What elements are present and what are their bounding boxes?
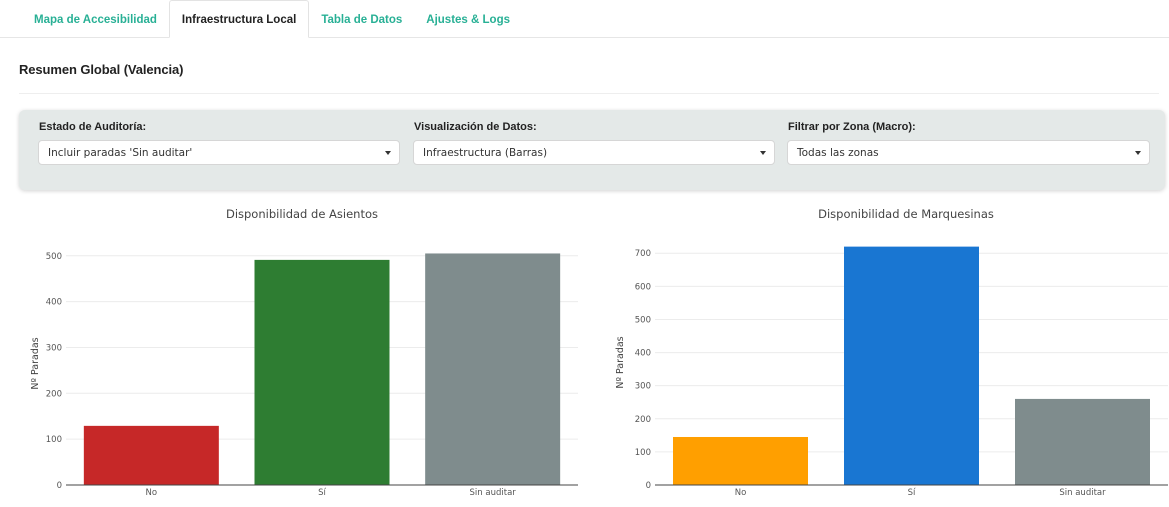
divider (19, 93, 1159, 94)
bar-sin-auditar (1015, 398, 1150, 485)
y-tick-label: 300 (46, 343, 62, 353)
zone-dropdown[interactable]: Todas las zonas (787, 140, 1150, 165)
y-tick-label: 600 (635, 282, 651, 292)
chart-marquesinas-svg: Disponibilidad de Marquesinas 0 100 200 300 4… (615, 207, 1168, 498)
tab-ajustes-logs[interactable]: Ajustes & Logs (414, 0, 522, 37)
x-tick-label: Sí (908, 488, 916, 498)
chevron-down-icon (385, 150, 391, 155)
x-tick-label: No (735, 488, 747, 498)
filter-data-view: Visualización de Datos: Infraestructura … (413, 121, 775, 165)
x-tick-label: Sin auditar (1059, 488, 1106, 498)
chart-title: Disponibilidad de Asientos (226, 207, 378, 221)
y-tick-label: 700 (635, 249, 651, 259)
summary-title: Resumen Global (Valencia) (19, 62, 184, 77)
y-tick-label: 400 (635, 349, 651, 359)
y-tick-label: 100 (46, 435, 62, 445)
y-tick-label: 500 (635, 315, 651, 325)
audit-status-dropdown[interactable]: Incluir paradas 'Sin auditar' (38, 140, 400, 165)
y-tick-label: 200 (46, 389, 62, 399)
chart-marquesinas: Disponibilidad de Marquesinas 0 100 200 300 4… (585, 200, 1169, 505)
chevron-down-icon (1135, 150, 1141, 155)
chevron-down-icon (760, 150, 766, 155)
bar-sí (254, 259, 390, 485)
filter-audit-status-label: Estado de Auditoría: (39, 121, 147, 133)
data-view-value: Infraestructura (Barras) (423, 146, 548, 159)
data-view-dropdown[interactable]: Infraestructura (Barras) (413, 140, 775, 165)
chart-title: Disponibilidad de Marquesinas (818, 207, 994, 221)
bar-sí (844, 246, 979, 485)
y-tick-label: 300 (635, 382, 651, 392)
filter-zone: Filtrar por Zona (Macro): Todas las zona… (787, 121, 1150, 165)
x-tick-label: No (146, 488, 158, 498)
y-tick-label: 0 (646, 481, 651, 491)
y-tick-label: 200 (635, 415, 651, 425)
y-tick-label: 500 (46, 252, 62, 262)
filter-data-view-label: Visualización de Datos: (414, 121, 537, 133)
y-tick-label: 100 (635, 448, 651, 458)
x-tick-label: Sí (318, 488, 326, 498)
zone-value: Todas las zonas (797, 146, 879, 159)
audit-status-value: Incluir paradas 'Sin auditar' (48, 146, 193, 159)
tab-mapa-accesibilidad[interactable]: Mapa de Accesibilidad (22, 0, 169, 37)
tab-bar: Mapa de Accesibilidad Infraestructura Lo… (0, 0, 1169, 38)
filter-audit-status: Estado de Auditoría: Incluir paradas 'Si… (38, 121, 400, 165)
filter-panel: Estado de Auditoría: Incluir paradas 'Si… (19, 110, 1165, 190)
y-axis-label: Nº Paradas (30, 337, 41, 389)
tab-tabla-datos[interactable]: Tabla de Datos (309, 0, 414, 37)
y-tick-label: 0 (57, 481, 62, 491)
bar-no (83, 425, 219, 485)
bar-sin-auditar (425, 253, 561, 485)
chart-asientos: Disponibilidad de Asientos 0 100 200 300 400 5… (0, 200, 585, 505)
chart-asientos-svg: Disponibilidad de Asientos 0 100 200 300 400 5… (30, 207, 578, 498)
y-axis-label: Nº Paradas (615, 336, 626, 388)
filter-zone-label: Filtrar por Zona (Macro): (788, 121, 916, 133)
x-tick-label: Sin auditar (470, 488, 517, 498)
tab-infraestructura-local[interactable]: Infraestructura Local (168, 0, 310, 38)
bar-no (673, 436, 808, 485)
y-tick-label: 400 (46, 298, 62, 308)
